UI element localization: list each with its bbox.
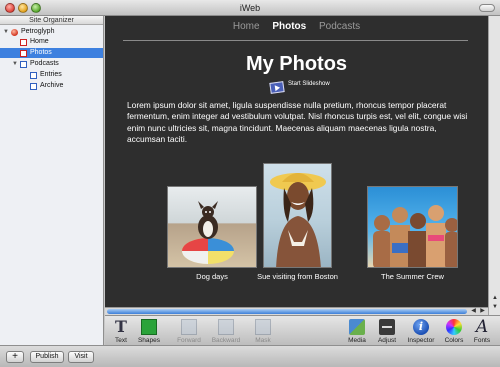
nav-link-home[interactable]: Home (233, 21, 260, 32)
inspector-icon: i (413, 319, 429, 335)
sidebar-item-label: Home (30, 38, 49, 45)
text-icon: T (115, 317, 127, 336)
disclosure-triangle-icon[interactable]: ▼ (3, 27, 9, 37)
group-photo-icon (373, 205, 457, 267)
text-button[interactable]: T Text (111, 317, 131, 345)
sidebar-item-label: Photos (30, 49, 52, 56)
mask-icon (255, 319, 271, 335)
adjust-icon (379, 319, 395, 335)
shapes-button-label: Shapes (137, 337, 161, 344)
forward-icon (181, 319, 197, 335)
disclosure-triangle-icon[interactable]: ▼ (12, 59, 18, 69)
site-organizer-header: Site Organizer (0, 16, 103, 25)
backward-icon (218, 319, 234, 335)
scroll-up-arrow-icon[interactable]: ▲ (490, 294, 500, 302)
inspector-button[interactable]: i Inspector (405, 319, 437, 344)
sidebar-item-label: Podcasts (30, 60, 59, 67)
sidebar-item-home[interactable]: Home (0, 37, 103, 47)
forward-button[interactable]: Forward (175, 319, 203, 344)
scroll-right-arrow-icon[interactable]: ▶ (478, 308, 487, 315)
media-icon (349, 319, 365, 335)
adjust-button-label: Adjust (377, 337, 397, 344)
page-canvas[interactable]: Home Photos Podcasts My Photos Start Sli… (105, 16, 488, 307)
fonts-icon: A (475, 317, 489, 337)
window-title-bar: iWeb (0, 0, 500, 16)
sidebar-item-entries[interactable]: Entries (0, 70, 103, 80)
media-button-label: Media (348, 337, 366, 344)
photo-caption[interactable]: Sue visiting from Boston (247, 272, 348, 281)
shapes-icon (141, 319, 157, 335)
fonts-button[interactable]: A Fonts (471, 317, 493, 345)
nav-link-podcasts[interactable]: Podcasts (319, 21, 360, 32)
media-button[interactable]: Media (345, 319, 369, 344)
nav-link-photos[interactable]: Photos (272, 21, 306, 32)
add-page-button[interactable]: + (6, 351, 24, 363)
colors-button[interactable]: Colors (442, 319, 466, 344)
blog-icon (20, 61, 27, 68)
archive-page-icon (30, 83, 37, 90)
nav-divider (123, 40, 468, 41)
site-organizer: Site Organizer ▼ Petroglyph Home Photos … (0, 16, 104, 345)
site-icon (11, 29, 18, 36)
scroll-left-arrow-icon[interactable]: ◀ (469, 308, 478, 315)
sidebar-item-photos[interactable]: Photos (0, 48, 103, 58)
adjust-button[interactable]: Adjust (375, 319, 399, 344)
photo-summer-crew[interactable] (367, 186, 458, 268)
dog-photo-icon (182, 201, 234, 264)
colors-button-label: Colors (444, 337, 464, 344)
intro-text-box[interactable]: Lorem ipsum dolor sit amet, ligula suspe… (127, 100, 473, 146)
format-toolbar: T Text Shapes Forward Backward Mask Medi… (105, 315, 500, 345)
sidebar-item-archive[interactable]: Archive (0, 81, 103, 91)
publish-button[interactable]: Publish (30, 351, 64, 363)
horizontal-scroll-thumb[interactable] (107, 309, 467, 314)
entries-page-icon (30, 72, 37, 79)
sidebar-item-label: Entries (40, 71, 62, 78)
fonts-button-label: Fonts (473, 337, 491, 344)
photo-dog-days[interactable] (167, 186, 257, 268)
colors-icon (446, 319, 462, 335)
scroll-down-arrow-icon[interactable]: ▼ (490, 303, 500, 311)
bottom-bar: + Publish Visit (0, 345, 500, 367)
start-slideshow-button[interactable]: Start Slideshow (269, 81, 330, 95)
page-icon (20, 39, 27, 46)
mask-button[interactable]: Mask (251, 319, 275, 344)
window-title: iWeb (239, 3, 261, 13)
slideshow-icon (269, 81, 285, 94)
text-button-label: Text (115, 337, 127, 344)
toolbar-toggle-button[interactable] (479, 4, 495, 12)
inspector-button-label: Inspector (407, 337, 435, 344)
page-icon (20, 50, 27, 57)
sidebar-item-label: Petroglyph (21, 28, 55, 35)
mask-button-label: Mask (255, 337, 271, 344)
vertical-scrollbar[interactable]: ▲ ▼ (488, 16, 500, 315)
forward-button-label: Forward (177, 337, 201, 344)
sidebar-item-podcasts[interactable]: ▼ Podcasts (0, 59, 103, 69)
sidebar-item-label: Archive (40, 82, 64, 89)
horizontal-scrollbar[interactable]: ◀ ▶ (105, 307, 488, 315)
slideshow-label: Start Slideshow (288, 81, 330, 87)
sidebar-item-petroglyph[interactable]: ▼ Petroglyph (0, 27, 103, 37)
visit-button[interactable]: Visit (68, 351, 94, 363)
backward-button[interactable]: Backward (209, 319, 243, 344)
portrait-photo-icon (270, 173, 326, 267)
photo-sue-visiting[interactable] (263, 163, 332, 268)
photo-caption[interactable]: The Summer Crew (367, 272, 458, 281)
photo-caption[interactable]: Dog days (167, 272, 257, 281)
backward-button-label: Backward (211, 337, 241, 344)
shapes-button[interactable]: Shapes (135, 319, 163, 344)
page-title[interactable]: My Photos (105, 53, 488, 76)
site-navigation: Home Photos Podcasts (105, 21, 488, 32)
